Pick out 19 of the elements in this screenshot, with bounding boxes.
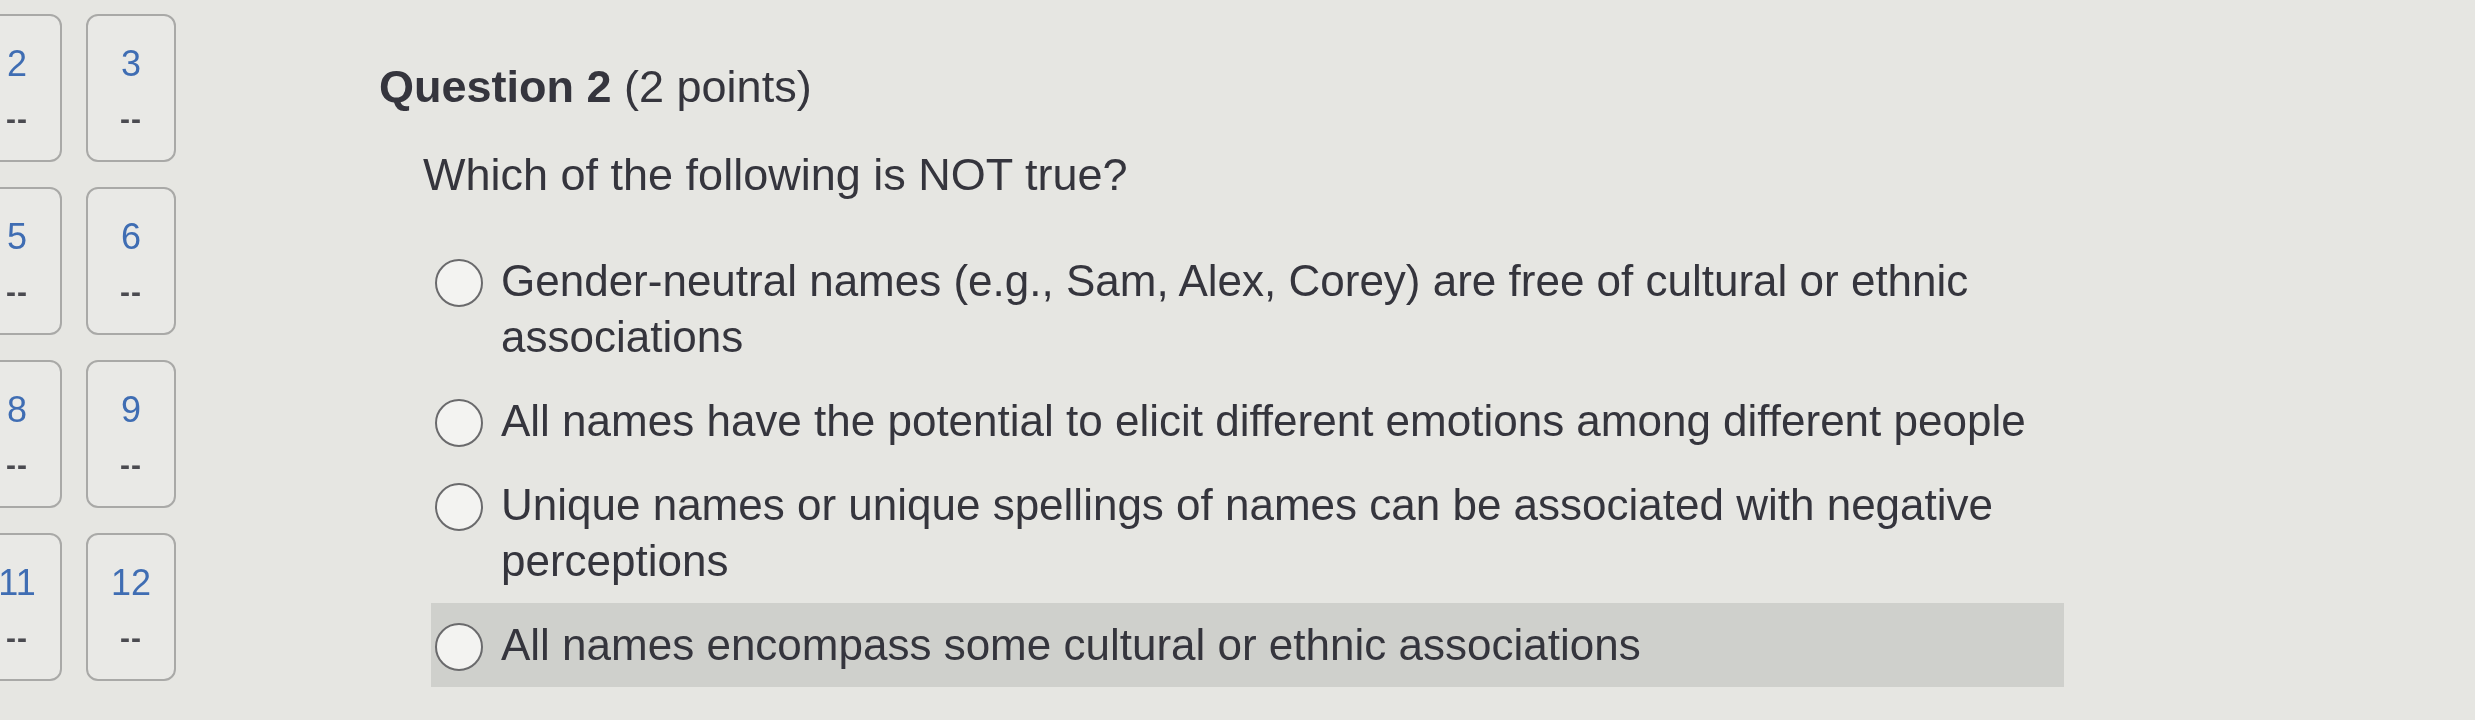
question-nav-button[interactable]: 3 --: [86, 14, 176, 162]
option-text: All names have the potential to elicit different emotions among different people: [501, 395, 2027, 447]
question-nav-button[interactable]: 9 --: [86, 360, 176, 508]
question-nav-button[interactable]: 11 --: [0, 533, 62, 681]
question-nav-button[interactable]: 12 --: [86, 533, 176, 681]
radio-button[interactable]: [435, 623, 483, 671]
option-text: All names encompass some cultural or ethnic associations: [501, 619, 1642, 671]
question-nav-button[interactable]: 5 --: [0, 187, 62, 335]
question-nav-button[interactable]: 8 --: [0, 360, 62, 508]
radio-button[interactable]: [435, 483, 483, 531]
option-text: Gender-neutral names (e.g., Sam, Alex, Corey) are free of cultural or ethnic associations: [501, 255, 1970, 363]
answer-option-highlight[interactable]: All names encompass some cultural or ethnic associations: [431, 603, 2064, 687]
radio-button[interactable]: [435, 259, 483, 307]
question-nav-button[interactable]: 2 --: [0, 14, 62, 162]
question-nav-button[interactable]: 6 --: [86, 187, 176, 335]
question-title: Question 2 (2 points): [379, 60, 813, 114]
radio-button[interactable]: [435, 399, 483, 447]
question-prompt: Which of the following is NOT true?: [423, 148, 1129, 202]
option-text: Unique names or unique spellings of names can be associated with negative perceptions: [501, 479, 1995, 587]
